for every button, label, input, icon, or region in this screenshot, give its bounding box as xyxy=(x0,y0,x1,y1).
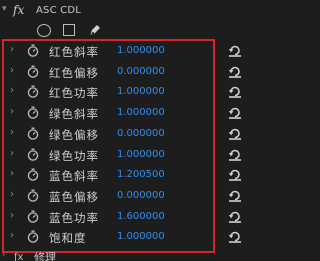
reset-icon[interactable] xyxy=(228,85,242,99)
param-label: 红色功率 xyxy=(49,86,99,101)
reset-icon[interactable] xyxy=(228,127,242,140)
expand-chevron-icon[interactable]: › xyxy=(10,85,14,96)
stopwatch-icon[interactable] xyxy=(27,44,39,57)
param-row[interactable]: › 红色斜率 1.000000 xyxy=(0,41,243,61)
stopwatch-icon[interactable] xyxy=(27,210,39,223)
param-value[interactable]: 1.000000 xyxy=(117,86,165,97)
reset-icon[interactable] xyxy=(228,65,242,78)
param-label: 饱和度 xyxy=(49,231,87,246)
next-effect-row[interactable]: › ƒx 修理 xyxy=(0,250,243,261)
param-row[interactable]: › 绿色偏移 0.000000 xyxy=(0,124,243,144)
fx-toggle-icon[interactable]: fx xyxy=(13,3,24,17)
param-row[interactable]: › 蓝色斜率 1.200500 xyxy=(0,165,243,185)
pen-mask-icon[interactable] xyxy=(88,23,102,38)
stopwatch-icon[interactable] xyxy=(27,65,39,78)
reset-icon[interactable] xyxy=(228,168,242,181)
param-value[interactable]: 1.200500 xyxy=(117,169,165,180)
param-label: 红色偏移 xyxy=(49,65,99,80)
reset-icon[interactable] xyxy=(228,44,242,57)
rectangle-mask-icon[interactable] xyxy=(63,24,75,36)
param-value[interactable]: 1.600000 xyxy=(117,211,165,222)
param-label: 绿色斜率 xyxy=(49,107,99,122)
param-row[interactable]: › 红色功率 1.000000 xyxy=(0,82,243,102)
expand-chevron-icon[interactable]: › xyxy=(10,210,14,221)
fx-toggle-icon[interactable]: ƒx xyxy=(14,252,23,261)
param-label: 绿色功率 xyxy=(49,148,99,163)
expand-chevron-icon[interactable]: › xyxy=(2,250,6,260)
param-label: 蓝色功率 xyxy=(49,210,99,225)
reset-icon[interactable] xyxy=(228,189,242,202)
stopwatch-icon[interactable] xyxy=(27,168,39,181)
stopwatch-icon[interactable] xyxy=(27,230,39,244)
param-value[interactable]: 0.000000 xyxy=(117,66,165,77)
param-row[interactable]: › 绿色功率 1.000000 xyxy=(0,145,243,165)
param-row[interactable]: › 蓝色功率 1.600000 xyxy=(0,207,243,227)
effect-controls-panel: ▾ fx ASC CDL › 红色斜率 1.000000 › 红色偏移 0.000000 ›… xyxy=(0,0,243,261)
param-label: 红色斜率 xyxy=(49,45,99,59)
param-value[interactable]: 1.000000 xyxy=(117,45,165,56)
expand-chevron-icon[interactable]: › xyxy=(10,168,14,179)
expand-chevron-icon[interactable]: › xyxy=(10,148,14,159)
param-value[interactable]: 1.000000 xyxy=(117,231,165,242)
param-label: 蓝色偏移 xyxy=(49,189,99,204)
effect-header[interactable]: ▾ fx ASC CDL xyxy=(0,0,243,22)
param-value[interactable]: 1.000000 xyxy=(117,149,165,160)
ellipse-mask-icon[interactable] xyxy=(37,24,51,37)
param-row[interactable]: › 绿色斜率 1.000000 xyxy=(0,103,243,123)
stopwatch-icon[interactable] xyxy=(27,127,39,140)
expand-chevron-icon[interactable]: › xyxy=(10,44,14,55)
mask-tools xyxy=(0,24,243,40)
next-effect-title: 修理 xyxy=(34,251,56,261)
collapse-chevron-icon[interactable]: ▾ xyxy=(2,4,7,14)
reset-icon[interactable] xyxy=(228,106,242,119)
expand-chevron-icon[interactable]: › xyxy=(10,65,14,76)
stopwatch-icon[interactable] xyxy=(27,148,39,161)
param-label: 绿色偏移 xyxy=(49,127,99,142)
param-row[interactable]: › 蓝色偏移 0.000000 xyxy=(0,186,243,206)
stopwatch-icon[interactable] xyxy=(27,106,39,119)
reset-icon[interactable] xyxy=(228,148,242,161)
param-value[interactable]: 0.000000 xyxy=(117,190,165,201)
param-value[interactable]: 1.000000 xyxy=(117,107,165,118)
expand-chevron-icon[interactable]: › xyxy=(10,230,14,241)
expand-chevron-icon[interactable]: › xyxy=(10,106,14,117)
stopwatch-icon[interactable] xyxy=(27,189,39,202)
effect-title: ASC CDL xyxy=(36,5,82,16)
param-value[interactable]: 0.000000 xyxy=(117,128,165,139)
stopwatch-icon[interactable] xyxy=(27,85,39,99)
expand-chevron-icon[interactable]: › xyxy=(10,189,14,200)
param-label: 蓝色斜率 xyxy=(49,169,99,184)
reset-icon[interactable] xyxy=(228,210,242,223)
param-row[interactable]: › 饱和度 1.000000 xyxy=(0,227,243,247)
param-row[interactable]: › 红色偏移 0.000000 xyxy=(0,62,243,82)
reset-icon[interactable] xyxy=(228,230,242,244)
expand-chevron-icon[interactable]: › xyxy=(10,127,14,138)
